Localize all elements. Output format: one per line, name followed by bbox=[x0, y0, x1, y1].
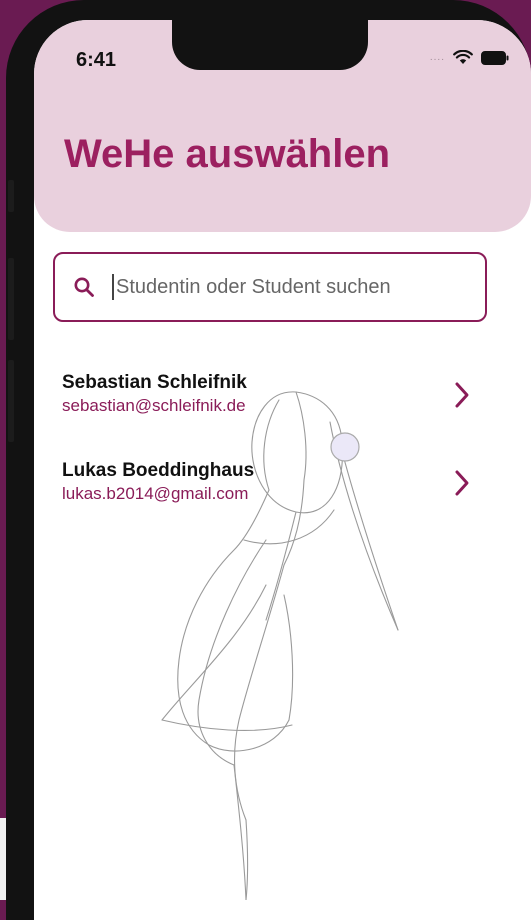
chevron-right-icon[interactable] bbox=[452, 468, 472, 498]
mute-switch bbox=[8, 180, 14, 212]
page-title: WeHe auswählen bbox=[64, 132, 391, 176]
list-item[interactable]: Lukas Boeddinghaus lukas.b2014@gmail.com bbox=[34, 460, 531, 530]
search-field[interactable] bbox=[53, 252, 487, 322]
chevron-right-icon[interactable] bbox=[452, 380, 472, 410]
battery-icon bbox=[481, 50, 509, 65]
status-icons: .... bbox=[430, 50, 509, 65]
search-icon bbox=[74, 277, 94, 297]
app-screen: WeHe auswählen 6:41 .... Sebastian Schle… bbox=[34, 20, 531, 920]
status-time: 6:41 bbox=[76, 49, 117, 71]
volume-down-button bbox=[8, 360, 14, 442]
volume-up-button bbox=[8, 258, 14, 340]
student-email: lukas.b2014@gmail.com bbox=[62, 484, 249, 503]
student-name: Sebastian Schleifnik bbox=[62, 372, 247, 393]
search-input[interactable] bbox=[114, 275, 466, 299]
student-name: Lukas Boeddinghaus bbox=[62, 460, 255, 481]
wifi-icon bbox=[453, 50, 473, 64]
signal-icon: .... bbox=[429, 52, 445, 63]
list-item[interactable]: Sebastian Schleifnik sebastian@schleifni… bbox=[34, 372, 531, 442]
student-email: sebastian@schleifnik.de bbox=[62, 396, 246, 415]
notch bbox=[172, 20, 368, 70]
